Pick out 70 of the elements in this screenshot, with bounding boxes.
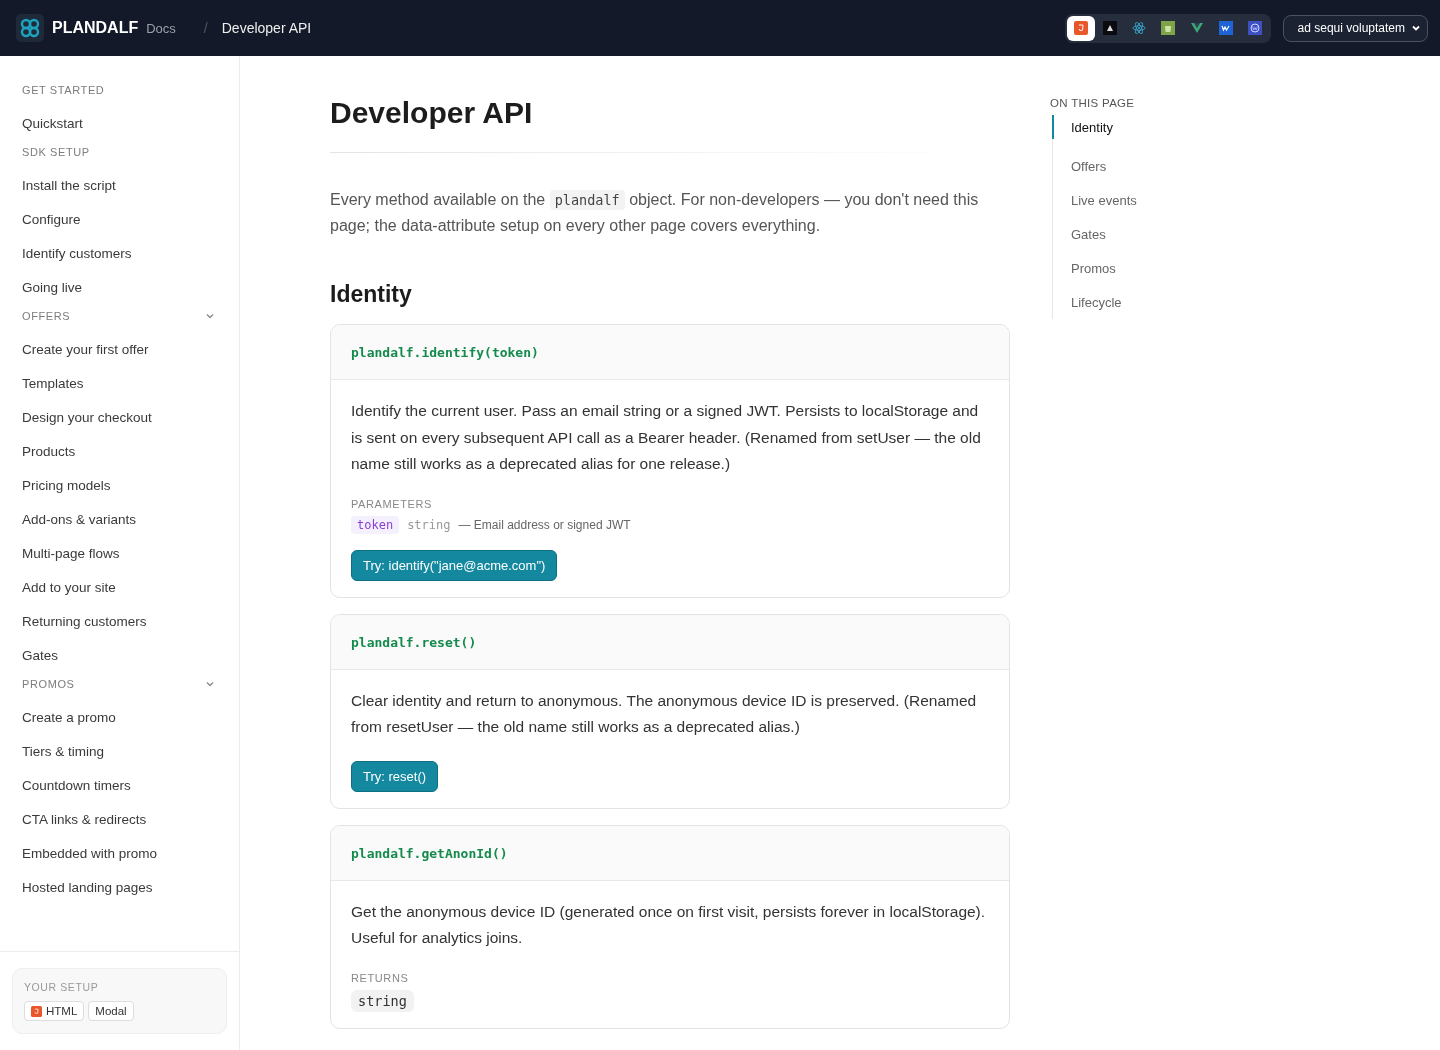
chevron-down-icon [1411, 23, 1421, 33]
setup-chip: Modal [88, 1001, 134, 1021]
try-button[interactable]: Try: reset() [351, 760, 439, 792]
nav-link[interactable]: Hosted landing pages [22, 870, 153, 904]
return-type: string [351, 989, 414, 1012]
parameter-type: string [407, 517, 451, 532]
atom-logo-icon [1131, 21, 1146, 35]
method-description: Clear identity and return to anonymous. The anonymous device ID is preserved. (Renamed from resetUser — the old name still works as a deprecated alias.) [351, 690, 978, 737]
nav-link[interactable]: Embedded with promo [22, 836, 158, 870]
triangle-logo-icon [1102, 21, 1117, 35]
nav-link[interactable]: Templates [22, 366, 84, 400]
method-description: Identify the current user. Pass an email string or a signed JWT. Persists to localStorage and is sent on every subsequent API call as a Bearer header. (Renamed from setUser — the old name still works as a deprecated alias for one release.) [351, 401, 982, 474]
returns-label: RETURNS [351, 971, 410, 984]
nav-link[interactable]: Multi-page flows [22, 536, 120, 570]
nav-link[interactable]: Quickstart [22, 106, 83, 140]
logo-icon [16, 14, 44, 42]
parameter-name: token [351, 515, 400, 534]
toc-link[interactable]: Lifecycle [1052, 285, 1137, 319]
method-signature: plandalf.identify(token) [351, 345, 539, 360]
nav-link[interactable]: Create a promo [22, 700, 116, 734]
chevron-down-icon[interactable] [205, 679, 215, 689]
shopping-bag-logo-icon [1160, 21, 1175, 35]
method-signature: plandalf.getAnonId() [351, 845, 508, 861]
nav-group-heading: SDK SETUP [22, 146, 90, 158]
html-logo-icon [1073, 21, 1088, 35]
nav-group-heading: PROMOS [22, 678, 75, 690]
toc-link[interactable]: Offers [1052, 149, 1137, 183]
nav-group-heading: GET STARTED [22, 84, 105, 96]
nav-link[interactable]: Design your checkout [22, 400, 152, 434]
toc-link[interactable]: Gates [1052, 217, 1137, 251]
nav-link[interactable]: Configure [22, 202, 81, 236]
workspace-select[interactable]: ad sequi voluptatem [1282, 14, 1428, 42]
nav-link[interactable]: Pricing models [22, 468, 111, 502]
toc-heading: ON THIS PAGE [1050, 97, 1136, 109]
nav-link[interactable]: CTA links & redirects [22, 802, 147, 836]
framework-button[interactable] [1066, 15, 1095, 41]
breadcrumb-separator: / [203, 20, 208, 36]
section-heading: Identity [330, 281, 413, 308]
setup-heading: YOUR SETUP [24, 981, 100, 993]
nav-link[interactable]: Countdown timers [22, 768, 131, 802]
method-signature: plandalf.reset() [351, 634, 477, 650]
nav-link[interactable]: Identify customers [22, 236, 132, 270]
chevron-down-icon[interactable] [205, 311, 215, 321]
try-button[interactable]: Try: identify("jane@acme.com") [351, 549, 558, 581]
toc-link[interactable]: Identity [1052, 115, 1137, 139]
nav-link[interactable]: Add to your site [22, 570, 116, 604]
page-title: Developer API [330, 96, 534, 130]
brand-name: PLANDALF [52, 19, 139, 37]
w-mark-logo-icon [1218, 21, 1233, 35]
nav-link[interactable]: Install the script [22, 168, 116, 202]
nav-link[interactable]: Going live [22, 270, 83, 304]
html-logo-icon [31, 1005, 42, 1017]
toc-link[interactable]: Live events [1052, 183, 1137, 217]
nav-group-heading: OFFERS [22, 310, 71, 322]
nav-link[interactable]: Tiers & timing [22, 734, 104, 768]
method-description: Get the anonymous device ID (generated once on first visit, persists forever in localStorage). Useful for analytics joins. [351, 901, 987, 948]
toc-link[interactable]: Promos [1052, 251, 1137, 285]
nav-link[interactable]: Gates [22, 638, 59, 672]
nav-link[interactable]: Returning customers [22, 604, 147, 638]
parameter-note: — Email address or signed JWT [458, 517, 631, 532]
nav-link[interactable]: Add-ons & variants [22, 502, 137, 536]
intro-text: Every method available on the plandalf object. For non-developers — you don't need this page; the data-attribute setup on every other page covers everything. [330, 189, 980, 236]
parameters-label: PARAMETERS [351, 497, 433, 510]
nav-link[interactable]: Create your first offer [22, 332, 149, 366]
nav-link[interactable]: Products [22, 434, 76, 468]
breadcrumb-page: Developer API [221, 20, 312, 36]
setup-chip: HTML [24, 1001, 85, 1021]
v-logo-icon [1189, 21, 1204, 35]
docs-label: Docs [146, 20, 176, 36]
circle-logo-icon [1247, 21, 1262, 35]
